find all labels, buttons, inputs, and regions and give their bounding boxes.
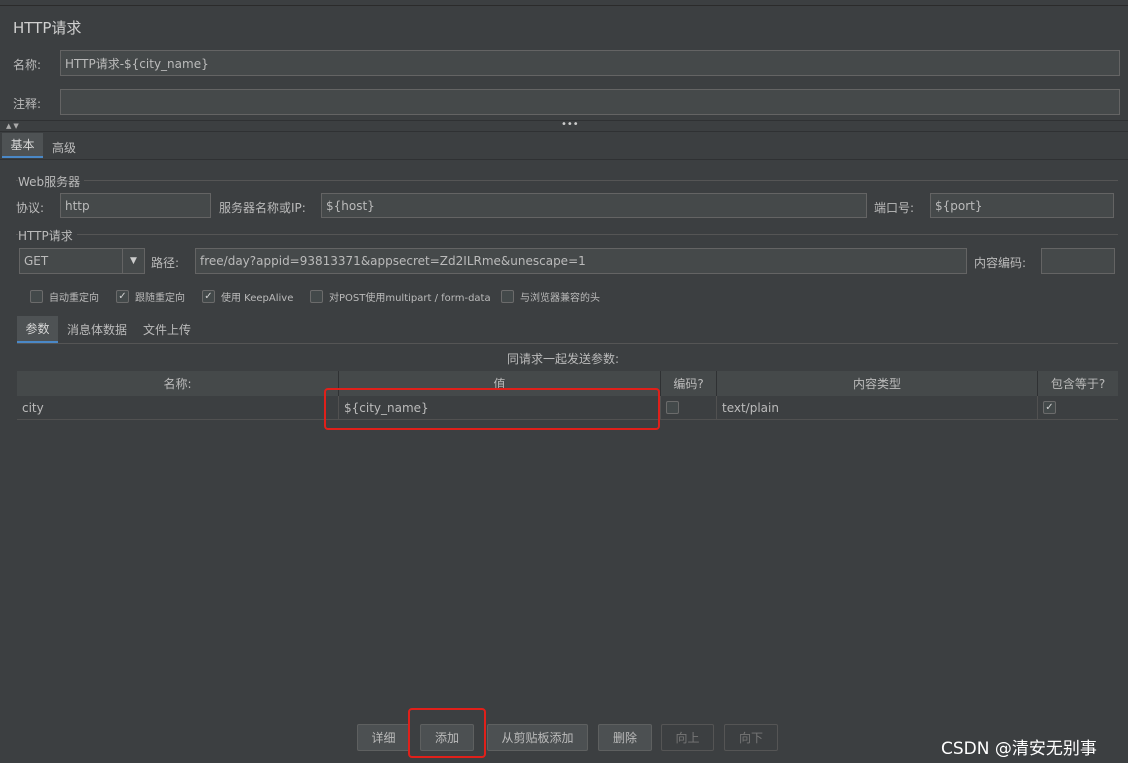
path-label: 路径:	[151, 256, 180, 270]
option-browser-headers[interactable]: 与浏览器兼容的头	[501, 289, 600, 304]
move-up-button[interactable]: 向上	[661, 724, 714, 751]
tab-basic[interactable]: 基本	[2, 133, 43, 158]
page-title: HTTP请求	[13, 19, 82, 37]
follow-redirect-label: 跟随重定向	[135, 293, 185, 304]
window-top-strip	[0, 0, 1128, 6]
multipart-checkbox[interactable]	[310, 290, 323, 303]
add-from-clipboard-button[interactable]: 从剪贴板添加	[487, 724, 588, 751]
include-equals-checkbox[interactable]: ✓	[1043, 401, 1056, 414]
keepalive-label: 使用 KeepAlive	[221, 293, 294, 304]
delete-button[interactable]: 删除	[598, 724, 652, 751]
keepalive-checkbox[interactable]: ✓	[202, 290, 215, 303]
protocol-label: 协议:	[16, 201, 45, 215]
content-encoding-input[interactable]	[1041, 248, 1115, 274]
value-cell-highlight-box	[324, 388, 660, 430]
subtab-params[interactable]: 参数	[17, 316, 58, 343]
path-input[interactable]: free/day?appid=93813371&appsecret=Zd2ILR…	[195, 248, 967, 274]
auto-redirect-checkbox[interactable]	[30, 290, 43, 303]
follow-redirect-checkbox[interactable]: ✓	[116, 290, 129, 303]
subtab-divider	[17, 343, 1118, 344]
subtab-params-label: 参数	[25, 322, 50, 336]
encode-checkbox[interactable]	[666, 401, 679, 414]
option-keepalive[interactable]: ✓ 使用 KeepAlive	[202, 289, 293, 304]
server-label: 服务器名称或IP:	[219, 201, 306, 215]
cell-include-equals[interactable]: ✓	[1038, 396, 1118, 419]
protocol-input[interactable]: http	[60, 193, 211, 218]
column-header-include-equals[interactable]: 包含等于?	[1038, 371, 1118, 396]
comment-input[interactable]	[60, 89, 1120, 115]
column-header-content-type[interactable]: 内容类型	[717, 371, 1038, 396]
http-request-group-border	[16, 234, 1118, 235]
add-button-highlight-box	[408, 708, 486, 758]
tab-divider	[0, 159, 1128, 160]
option-follow-redirect[interactable]: ✓ 跟随重定向	[116, 289, 185, 304]
tab-basic-label: 基本	[10, 138, 35, 152]
subtab-body-data[interactable]: 消息体数据	[67, 321, 127, 338]
column-header-encode[interactable]: 编码?	[661, 371, 717, 396]
tab-basic-underline	[2, 156, 43, 158]
params-caption: 同请求一起发送参数:	[507, 352, 620, 366]
column-header-name[interactable]: 名称:	[17, 371, 339, 396]
content-encoding-label: 内容编码:	[974, 256, 1027, 270]
comment-label: 注释:	[13, 97, 42, 111]
subtab-file-upload[interactable]: 文件上传	[143, 321, 191, 338]
panel-splitter[interactable]: ▲▼ •••	[0, 119, 1128, 132]
cell-content-type[interactable]: text/plain	[717, 396, 1038, 419]
move-down-button[interactable]: 向下	[724, 724, 778, 751]
drag-handle-icon[interactable]: •••	[561, 119, 579, 130]
server-input[interactable]: ${host}	[321, 193, 867, 218]
collapse-arrows-icon[interactable]: ▲▼	[6, 122, 21, 130]
cell-encode[interactable]	[661, 396, 717, 419]
web-server-group-border	[16, 180, 1118, 181]
name-label: 名称:	[13, 58, 42, 72]
tab-advanced[interactable]: 高级	[52, 139, 76, 156]
port-input[interactable]: ${port}	[930, 193, 1114, 218]
detail-button[interactable]: 详细	[357, 724, 410, 751]
browser-headers-label: 与浏览器兼容的头	[520, 293, 600, 304]
chevron-down-icon[interactable]: ▼	[122, 249, 144, 273]
method-select-value: GET	[24, 254, 49, 268]
auto-redirect-label: 自动重定向	[49, 293, 99, 304]
watermark-text: CSDN @清安无别事	[941, 739, 1097, 759]
browser-headers-checkbox[interactable]	[501, 290, 514, 303]
option-auto-redirect[interactable]: 自动重定向	[30, 289, 99, 304]
multipart-label: 对POST使用multipart / form-data	[329, 293, 491, 304]
cell-name[interactable]: city	[17, 396, 339, 419]
name-input[interactable]: HTTP请求-${city_name}	[60, 50, 1120, 76]
http-request-group-title: HTTP请求	[18, 227, 77, 244]
port-label: 端口号:	[874, 201, 915, 215]
web-server-group-title: Web服务器	[18, 173, 85, 190]
option-multipart[interactable]: 对POST使用multipart / form-data	[310, 289, 491, 304]
method-select[interactable]: GET ▼	[19, 248, 145, 274]
